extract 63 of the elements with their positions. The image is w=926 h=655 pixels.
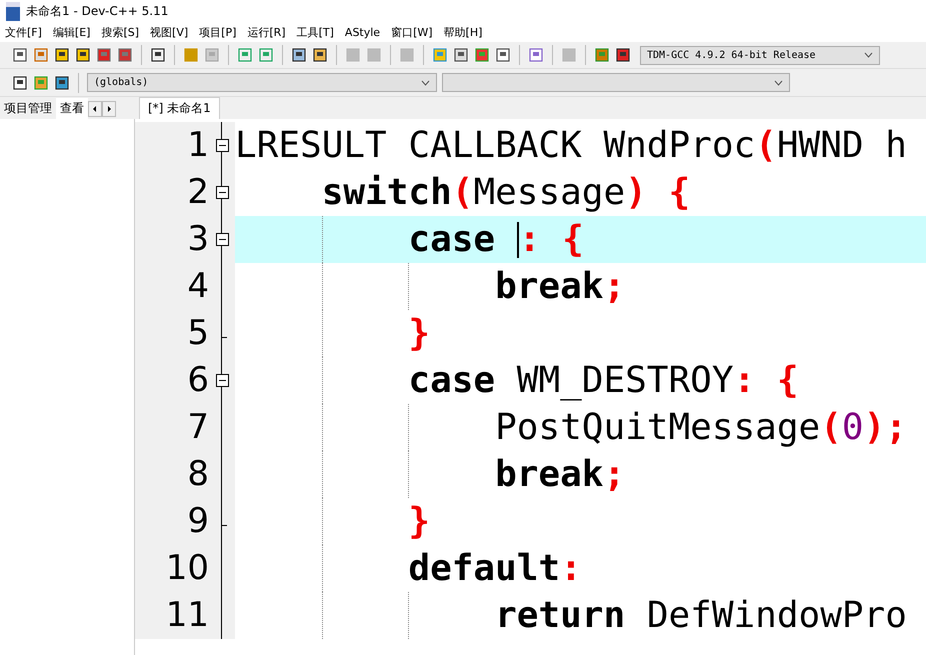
- code-token: HWND h: [776, 124, 907, 168]
- compiler-dropdown[interactable]: TDM-GCC 4.9.2 64-bit Release: [640, 46, 880, 64]
- code-token: return: [494, 594, 626, 638]
- panel-tab[interactable]: 查看: [56, 98, 88, 119]
- menu-item[interactable]: 工具[T]: [296, 24, 334, 40]
- editor-tab[interactable]: [*] 未命名1: [139, 97, 220, 119]
- line-number: 1: [186, 124, 209, 167]
- code-token: case: [407, 218, 496, 262]
- code-token: }: [407, 312, 430, 356]
- app-logo-icon: [6, 2, 20, 20]
- code-token: : {: [518, 218, 584, 262]
- line-number: 5: [186, 312, 209, 355]
- scroll-left-icon[interactable]: [88, 101, 102, 117]
- code-token: case: [407, 359, 496, 403]
- scope-dropdown[interactable]: (globals): [87, 73, 437, 92]
- text-cursor: [516, 222, 519, 258]
- menu-item[interactable]: 帮助[H]: [444, 24, 482, 40]
- window-title: 未命名1 - Dev-C++ 5.11: [26, 2, 168, 20]
- code-token: : {: [734, 359, 799, 403]
- code-token: default: [407, 547, 560, 591]
- line-number: 10: [164, 547, 209, 590]
- line-number: 7: [186, 406, 209, 449]
- code-token: break: [494, 265, 604, 309]
- menu-item[interactable]: 运行[R]: [247, 24, 286, 40]
- menu-item[interactable]: 窗口[W]: [391, 24, 433, 40]
- menu-item[interactable]: 搜索[S]: [101, 24, 140, 40]
- code-token: ;: [603, 453, 626, 497]
- line-number: 6: [186, 359, 209, 402]
- code-token: WM_DESTROY: [516, 359, 734, 403]
- code-token: (: [820, 406, 842, 450]
- line-number: 3: [186, 218, 209, 261]
- fold-toggle-icon[interactable]: [216, 139, 228, 152]
- code-token: DefWindowPro: [646, 594, 907, 638]
- menu-item[interactable]: 编辑[E]: [52, 24, 90, 40]
- code-token: (: [452, 171, 474, 215]
- menu-item[interactable]: 文件[F]: [5, 24, 42, 40]
- chevron-down-icon: [774, 80, 783, 86]
- line-number: 9: [186, 500, 209, 543]
- code-token: :: [560, 547, 582, 591]
- fold-toggle-icon[interactable]: [216, 374, 228, 387]
- code-token: LRESULT CALLBACK WndProc: [235, 124, 756, 168]
- line-number: 4: [186, 265, 209, 308]
- code-token: ) {: [625, 171, 690, 215]
- code-token: }: [407, 500, 430, 544]
- fold-toggle-icon[interactable]: [216, 233, 228, 246]
- line-number: 11: [164, 594, 209, 637]
- code-token: PostQuitMessage: [494, 406, 820, 450]
- code-token: (: [755, 124, 777, 168]
- code-token: Message: [473, 171, 626, 215]
- chevron-down-icon: [864, 52, 873, 58]
- code-token: 0: [842, 406, 864, 450]
- code-token: break: [494, 453, 604, 497]
- scroll-right-icon[interactable]: [102, 101, 116, 117]
- menu-item[interactable]: AStyle: [344, 26, 380, 38]
- chevron-down-icon: [421, 80, 430, 86]
- menu-item[interactable]: 视图[V]: [150, 24, 188, 40]
- line-number: 2: [186, 171, 209, 214]
- code-token: ;: [603, 265, 626, 309]
- line-number: 8: [186, 453, 209, 496]
- fold-toggle-icon[interactable]: [216, 186, 228, 199]
- code-token: );: [864, 406, 907, 450]
- code-token: switch: [320, 171, 452, 215]
- menu-item[interactable]: 项目[P]: [199, 24, 236, 40]
